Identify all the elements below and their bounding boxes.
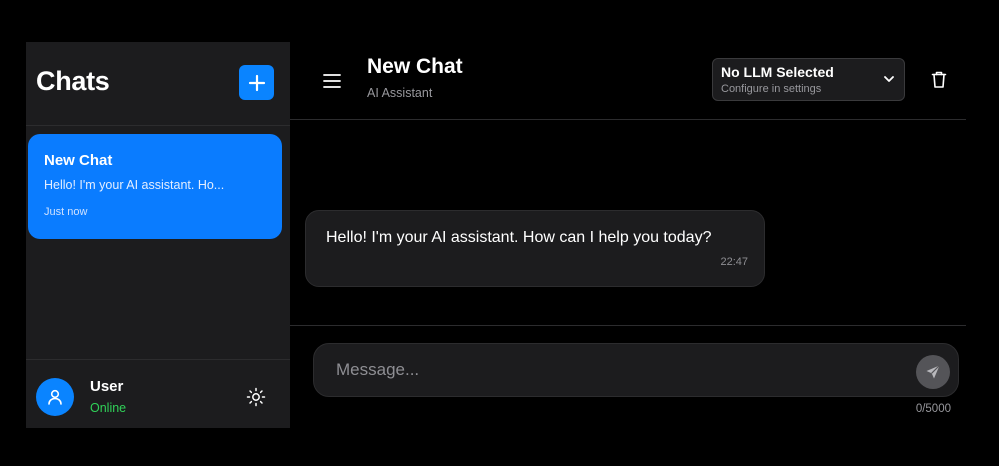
- plus-icon: [248, 74, 265, 91]
- hamburger-icon: [323, 74, 341, 88]
- sun-icon: [246, 387, 266, 407]
- user-name: User: [90, 378, 124, 395]
- chat-header: New Chat AI Assistant No LLM Selected Co…: [290, 42, 966, 120]
- message-text: Hello! I'm your AI assistant. How can I …: [326, 229, 712, 246]
- character-counter: 0/5000: [915, 403, 951, 415]
- delete-chat-button[interactable]: [930, 69, 948, 89]
- chat-item-preview: Hello! I'm your AI assistant. Ho...: [44, 178, 225, 192]
- sidebar-title: Chats: [36, 66, 110, 96]
- user-status: Online: [90, 401, 127, 415]
- sidebar: Chats New Chat Hello! I'm your AI assist…: [26, 42, 290, 428]
- chat-item-title: New Chat: [44, 152, 113, 169]
- avatar[interactable]: [36, 378, 74, 416]
- send-icon: [926, 365, 940, 379]
- llm-selector-hint: Configure in settings: [721, 83, 822, 95]
- user-icon: [48, 389, 62, 405]
- llm-selector[interactable]: No LLM Selected Configure in settings: [712, 58, 905, 101]
- page-subtitle: AI Assistant: [367, 86, 433, 100]
- new-chat-button[interactable]: [239, 65, 274, 100]
- sidebar-footer: User Online: [26, 359, 290, 428]
- chat-list-item[interactable]: New Chat Hello! I'm your AI assistant. H…: [28, 134, 282, 239]
- sidebar-header: Chats: [26, 42, 290, 126]
- chat-item-time: Just now: [44, 206, 88, 218]
- message-input-box: [313, 343, 959, 397]
- chevron-down-icon: [884, 76, 894, 82]
- message-input[interactable]: [336, 356, 896, 384]
- chat-main: New Chat AI Assistant No LLM Selected Co…: [290, 42, 966, 428]
- llm-selector-label: No LLM Selected: [721, 64, 834, 80]
- page-title: New Chat: [367, 55, 463, 78]
- settings-button[interactable]: [245, 386, 267, 408]
- assistant-message: Hello! I'm your AI assistant. How can I …: [305, 210, 765, 287]
- message-time: 22:47: [720, 256, 748, 268]
- menu-button[interactable]: [323, 72, 341, 90]
- send-button[interactable]: [916, 355, 950, 389]
- composer: 0/5000: [290, 325, 966, 428]
- trash-icon: [931, 71, 947, 88]
